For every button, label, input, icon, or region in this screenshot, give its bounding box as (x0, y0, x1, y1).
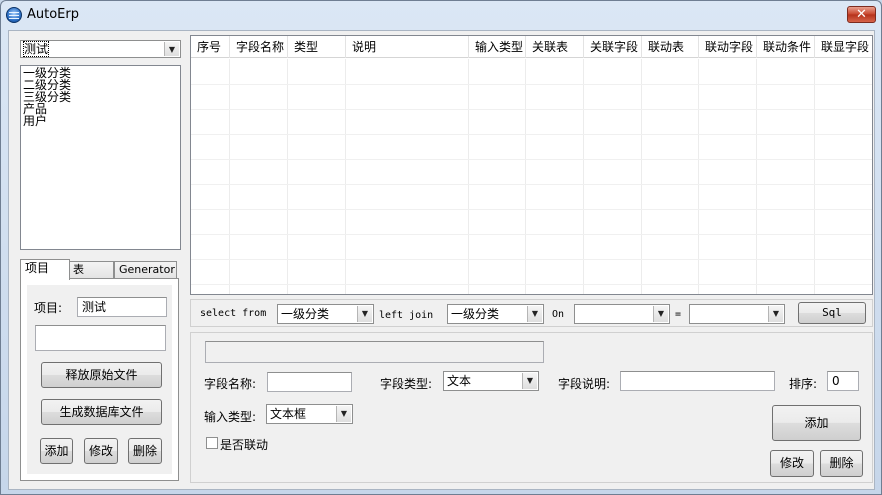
chevron-down-icon[interactable]: ▼ (768, 306, 783, 322)
field-modify-button[interactable]: 修改 (770, 450, 814, 477)
select-from-label: select from (200, 308, 267, 319)
title-bar[interactable]: AutoErp ✕ (1, 1, 881, 29)
column-header[interactable]: 关联表 (526, 36, 584, 58)
column-header[interactable]: 联动字段 (699, 36, 757, 58)
column-header[interactable]: 联动表 (642, 36, 699, 58)
grid-row-line (191, 259, 872, 260)
input-type-value: 文本框 (270, 407, 307, 421)
fields-grid[interactable]: 序号 字段名称 类型 说明 输入类型 关联表 关联字段 联动表 联动字段 联动条… (190, 35, 873, 295)
input-type-combo[interactable]: 文本框 ▼ (266, 404, 353, 424)
on-left-combo[interactable]: ▼ (574, 304, 670, 324)
input-type-label: 输入类型: (204, 410, 257, 424)
project-name-input[interactable]: 测试 (77, 297, 167, 317)
field-type-value: 文本 (447, 374, 472, 388)
field-delete-button[interactable]: 删除 (820, 450, 863, 477)
column-header[interactable]: 说明 (346, 36, 469, 58)
status-field (205, 341, 544, 363)
project-combo-value: 测试 (22, 41, 50, 57)
chevron-down-icon[interactable]: ▼ (336, 406, 351, 422)
project-add-button[interactable]: 添加 (40, 438, 73, 464)
sort-label: 排序: (789, 377, 818, 391)
chevron-down-icon[interactable]: ▼ (522, 373, 537, 389)
sql-builder-bar: select from 一级分类 ▼ left join 一级分类 ▼ On ▼… (190, 299, 873, 327)
column-header[interactable]: 序号 (191, 36, 230, 58)
tab-table[interactable]: 表 (68, 261, 114, 279)
grid-row-line (191, 84, 872, 85)
project-label: 项目: (34, 301, 63, 315)
tab-strip: 项目 表 Generator (20, 259, 181, 280)
project-delete-button[interactable]: 删除 (128, 438, 162, 464)
column-header[interactable]: 类型 (288, 36, 346, 58)
project-tab-content: 项目: 测试 释放原始文件 生成数据库文件 添加 修改 删除 (27, 285, 172, 474)
field-type-combo[interactable]: 文本 ▼ (443, 371, 539, 391)
select-from-value: 一级分类 (281, 307, 330, 321)
on-right-combo[interactable]: ▼ (689, 304, 785, 324)
left-join-label: left join (379, 310, 434, 321)
project-tab-panel: 项目: 测试 释放原始文件 生成数据库文件 添加 修改 删除 (20, 278, 179, 481)
project-combo[interactable]: 测试 ▼ (20, 40, 181, 58)
left-join-combo[interactable]: 一级分类 ▼ (447, 304, 544, 324)
chevron-down-icon[interactable]: ▼ (357, 306, 372, 322)
category-list[interactable]: 一级分类 二级分类 三级分类 产品 用户 (20, 65, 181, 250)
grid-header: 序号 字段名称 类型 说明 输入类型 关联表 关联字段 联动表 联动字段 联动条… (191, 36, 872, 58)
grid-row-line (191, 284, 872, 285)
grid-row-line (191, 209, 872, 210)
grid-row-line (191, 109, 872, 110)
on-label: On (552, 309, 565, 320)
close-button[interactable]: ✕ (847, 6, 876, 23)
column-header[interactable]: 联动条件 (757, 36, 815, 58)
sort-input[interactable]: 0 (827, 371, 859, 391)
equals-label: = (675, 309, 682, 320)
field-desc-label: 字段说明: (558, 377, 611, 391)
project-extra-input[interactable] (35, 325, 166, 351)
column-header[interactable]: 输入类型 (469, 36, 526, 58)
release-original-files-button[interactable]: 释放原始文件 (41, 362, 162, 388)
tab-generator[interactable]: Generator (114, 261, 177, 279)
grid-row-line (191, 159, 872, 160)
chevron-down-icon[interactable]: ▼ (164, 42, 179, 56)
field-desc-input[interactable] (620, 371, 775, 391)
grid-row-line (191, 134, 872, 135)
chevron-down-icon[interactable]: ▼ (653, 306, 668, 322)
field-type-label: 字段类型: (380, 377, 433, 391)
list-item[interactable]: 用户 (23, 115, 178, 127)
grid-row-line (191, 184, 872, 185)
field-add-button[interactable]: 添加 (772, 405, 861, 441)
project-modify-button[interactable]: 修改 (84, 438, 118, 464)
field-editor-panel: 字段名称: 字段类型: 文本 ▼ 字段说明: 排序: 0 输入类型: 文本框 ▼… (190, 332, 873, 483)
column-header[interactable]: 字段名称 (230, 36, 288, 58)
grid-body[interactable] (191, 59, 872, 294)
app-globe-icon (6, 7, 22, 23)
linked-checkbox[interactable] (206, 437, 218, 449)
grid-row-line (191, 234, 872, 235)
window-title: AutoErp (27, 7, 79, 22)
linked-label[interactable]: 是否联动 (220, 436, 268, 453)
chevron-down-icon[interactable]: ▼ (527, 306, 542, 322)
field-name-label: 字段名称: (204, 377, 257, 391)
select-from-combo[interactable]: 一级分类 ▼ (277, 304, 374, 324)
field-name-input[interactable] (267, 372, 352, 392)
sql-button[interactable]: Sql (798, 302, 866, 324)
column-header[interactable]: 关联字段 (584, 36, 642, 58)
client-area: 测试 ▼ 一级分类 二级分类 三级分类 产品 用户 项目 表 Generator 项目:… (8, 30, 875, 490)
column-header[interactable]: 联显字段 (815, 36, 873, 58)
tab-project[interactable]: 项目 (20, 259, 70, 280)
left-join-value: 一级分类 (451, 307, 500, 321)
app-window: AutoErp ✕ 测试 ▼ 一级分类 二级分类 三级分类 产品 用户 项目 表 Gen… (0, 0, 882, 495)
generate-database-file-button[interactable]: 生成数据库文件 (41, 399, 162, 425)
